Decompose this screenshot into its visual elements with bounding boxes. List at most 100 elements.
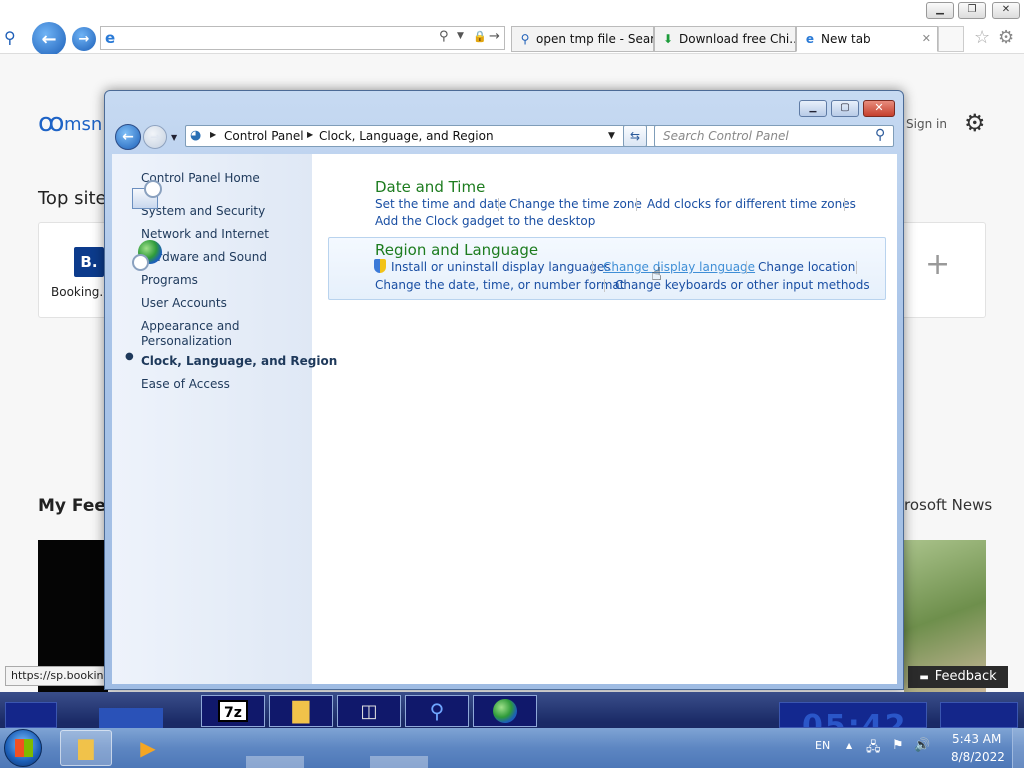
nav-appearance-line2[interactable]: Personalization [141, 334, 232, 349]
recent-pages-dropdown-icon[interactable]: ▼ [171, 133, 177, 142]
folder-icon: ▇ [292, 698, 310, 724]
tab-new[interactable]: e New tab ✕ [796, 26, 938, 52]
clock-big-display: 05:42 [779, 702, 927, 728]
switcher-explorer[interactable]: ▇ [269, 695, 333, 727]
download-icon: ⬇ [662, 32, 674, 46]
link-change-display-language[interactable]: Change display language [603, 260, 755, 274]
msn-butterfly-icon: ꝏ [38, 108, 65, 138]
go-icon[interactable]: → [489, 29, 500, 44]
booking-logo-icon: B. [74, 247, 104, 277]
search-control-panel-input[interactable]: Search Control Panel ⚲ [654, 125, 894, 147]
nav-clock-language-region[interactable]: Clock, Language, and Region [141, 354, 337, 369]
clock-date[interactable]: 8/8/2022 [951, 750, 1005, 764]
tab-download[interactable]: ⬇ Download free Chi... [654, 26, 796, 52]
region-globe-icon [493, 699, 517, 723]
ie-icon: e [805, 32, 815, 46]
dropdown-icon[interactable]: ▼ [457, 31, 464, 41]
forward-button[interactable]: → [72, 27, 96, 51]
separator [636, 198, 637, 211]
pinned-media-player[interactable]: ▶ [122, 730, 174, 766]
tab-label: New tab [821, 32, 871, 46]
cp-forward-button[interactable]: → [143, 125, 167, 149]
ghost-tile [99, 708, 163, 728]
tab-label: Download free Chi... [679, 32, 796, 46]
sign-in-link[interactable]: Sign in [906, 117, 947, 131]
cp-close-button[interactable]: ✕ [863, 100, 895, 117]
link-add-clock-gadget[interactable]: Add the Clock gadget to the desktop [375, 214, 595, 228]
volume-icon[interactable]: 🔊 [914, 738, 930, 753]
link-change-location[interactable]: Change location [758, 260, 855, 274]
link-install-display-languages[interactable]: Install or uninstall display languages [391, 260, 611, 274]
back-arrow-icon: ← [41, 28, 57, 50]
favorites-star-icon[interactable]: ☆ [974, 27, 990, 48]
show-hidden-icons-icon[interactable]: ▲ [846, 741, 852, 750]
feedback-icon: ▬ [919, 672, 929, 683]
switcher-control-panel[interactable] [473, 695, 537, 727]
switcher-windows[interactable]: ◫ [337, 695, 401, 727]
restore-button[interactable]: ❐ [958, 2, 986, 19]
back-button[interactable]: ← [32, 22, 66, 56]
link-change-time-zone[interactable]: Change the time zone [509, 197, 642, 211]
region-language-title[interactable]: Region and Language [375, 241, 538, 259]
windows-drive-icon: ◫ [360, 700, 378, 722]
switcher-7zip[interactable]: 7z [201, 695, 265, 727]
nav-programs[interactable]: Programs [141, 273, 198, 288]
breadcrumb-arrow-icon[interactable]: ▶ [210, 130, 216, 139]
search-icon[interactable]: ⚲ [4, 28, 16, 47]
search-icon: ⚲ [429, 699, 445, 723]
minimize-button[interactable]: ▁ [926, 2, 954, 19]
address-search-icon[interactable]: ⚲ [439, 29, 449, 44]
refresh-button[interactable]: ⇆ [623, 125, 647, 147]
action-center-flag-icon[interactable]: ⚑ [892, 738, 904, 753]
lock-icon: 🔒 [473, 30, 487, 43]
pinned-partial[interactable] [370, 756, 428, 768]
tools-gear-icon[interactable]: ⚙ [998, 27, 1014, 48]
language-indicator[interactable]: EN [815, 739, 830, 752]
link-set-time-date[interactable]: Set the time and date [375, 197, 506, 211]
nav-appearance-line1[interactable]: Appearance and [141, 319, 239, 334]
folder-icon: ▇ [78, 736, 94, 760]
link-add-clocks[interactable]: Add clocks for different time zones [647, 197, 856, 211]
forward-arrow-icon: → [149, 130, 161, 144]
nav-user-accounts[interactable]: User Accounts [141, 296, 227, 311]
nav-ease-of-access[interactable]: Ease of Access [141, 377, 230, 392]
date-time-title[interactable]: Date and Time [375, 178, 485, 196]
clock-big-text: 05:42 [802, 709, 908, 728]
tab-search[interactable]: ⚲ open tmp file - Sear... [511, 26, 654, 52]
close-button[interactable]: ✕ [992, 2, 1020, 19]
ghost-tile [5, 702, 57, 728]
windows-logo-icon [15, 739, 33, 757]
selected-bullet-icon: ● [125, 351, 134, 362]
network-icon[interactable]: 🖧 [866, 738, 881, 760]
media-player-icon: ▶ [140, 736, 156, 760]
cp-minimize-button[interactable]: ▁ [799, 100, 827, 117]
cp-left-nav: Control Panel Home System and Security N… [112, 154, 337, 684]
msn-logo-text[interactable]: msn [64, 114, 102, 135]
link-change-date-format[interactable]: Change the date, time, or number format [375, 278, 624, 292]
tab-close-icon[interactable]: ✕ [922, 27, 931, 51]
forward-arrow-icon: → [78, 31, 90, 47]
clock-time[interactable]: 5:43 AM [952, 732, 1001, 746]
start-button[interactable] [4, 729, 42, 767]
pinned-partial[interactable] [246, 756, 304, 768]
ghost-tile [940, 702, 1018, 728]
breadcrumb-item-clock-language-region[interactable]: Clock, Language, and Region [319, 129, 494, 143]
search-icon[interactable]: ⚲ [875, 127, 885, 143]
top-site-label: Booking.c [51, 285, 110, 299]
address-bar[interactable]: e ⚲ ▼ 🔒 → [100, 26, 505, 50]
breadcrumb-dropdown-icon[interactable]: ▼ [608, 131, 615, 141]
cp-back-button[interactable]: ← [115, 124, 141, 150]
cp-maximize-button[interactable]: ▢ [831, 100, 859, 117]
feedback-button[interactable]: ▬ Feedback [908, 666, 1008, 688]
breadcrumb-item-control-panel[interactable]: Control Panel [224, 129, 304, 143]
pinned-explorer[interactable]: ▇ [60, 730, 112, 766]
microsoft-news-label: rosoft News [904, 496, 993, 514]
plus-icon: + [925, 247, 951, 282]
breadcrumb-arrow-icon[interactable]: ▶ [307, 130, 313, 139]
show-desktop-button[interactable] [1012, 728, 1024, 768]
separator [592, 261, 593, 274]
new-tab-button[interactable] [938, 26, 964, 52]
settings-gear-icon[interactable]: ⚙ [964, 109, 986, 137]
ie-icon: e [105, 29, 116, 47]
switcher-search[interactable]: ⚲ [405, 695, 469, 727]
